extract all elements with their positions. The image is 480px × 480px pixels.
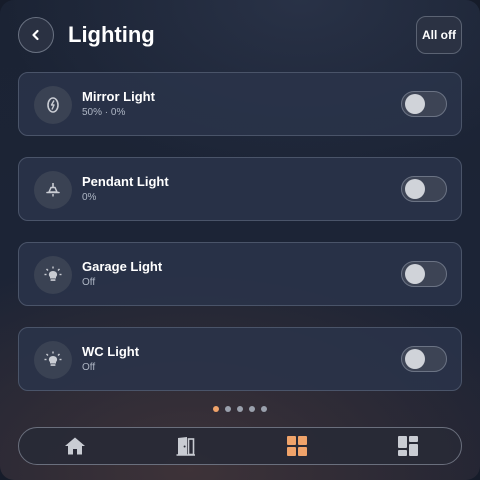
light-card-garage[interactable]: Garage Light Off (18, 242, 462, 306)
page-title: Lighting (68, 22, 155, 47)
page-dot-active[interactable] (213, 406, 219, 412)
light-name: Garage Light (82, 259, 163, 274)
light-toggle[interactable] (401, 346, 447, 372)
nav-rooms-button[interactable] (130, 428, 241, 464)
bulb-icon (34, 341, 72, 379)
home-icon (64, 437, 85, 455)
light-toggle[interactable] (401, 91, 447, 117)
light-name: Mirror Light (82, 89, 155, 104)
toggle-knob (405, 94, 425, 114)
page-dot[interactable] (237, 406, 243, 412)
room-door-icon (176, 437, 195, 456)
header: Lighting All off (0, 0, 480, 70)
light-status: Off (82, 362, 96, 373)
page-indicator (210, 406, 270, 416)
light-card-wc[interactable]: WC Light Off (18, 327, 462, 391)
page-dot[interactable] (249, 406, 255, 412)
light-status: Off (82, 277, 96, 288)
lighting-screen: Lighting All off Mirror Light 50% · 0% P… (0, 0, 480, 480)
light-name: WC Light (82, 344, 140, 359)
nav-devices-button[interactable] (241, 428, 352, 464)
bottom-nav (18, 427, 462, 465)
bulb-icon (34, 256, 72, 294)
toggle-knob (405, 264, 425, 284)
toggle-knob (405, 349, 425, 369)
light-card-mirror[interactable]: Mirror Light 50% · 0% (18, 72, 462, 136)
light-status: 50% · 0% (82, 107, 126, 118)
dashboard-icon (397, 436, 418, 456)
page-dot[interactable] (225, 406, 231, 412)
back-button[interactable] (18, 17, 54, 53)
chevron-left-icon (32, 29, 39, 41)
nav-dashboard-button[interactable] (352, 428, 463, 464)
grid-icon (286, 436, 307, 456)
toggle-knob (405, 179, 425, 199)
light-toggle[interactable] (401, 261, 447, 287)
mirror-light-icon (34, 86, 72, 124)
light-name: Pendant Light (82, 174, 169, 189)
all-off-button[interactable]: All off (416, 16, 462, 54)
nav-home-button[interactable] (19, 428, 130, 464)
light-card-pendant[interactable]: Pendant Light 0% (18, 157, 462, 221)
light-status: 0% (82, 192, 97, 203)
page-dot[interactable] (261, 406, 267, 412)
light-toggle[interactable] (401, 176, 447, 202)
pendant-lamp-icon (34, 171, 72, 209)
